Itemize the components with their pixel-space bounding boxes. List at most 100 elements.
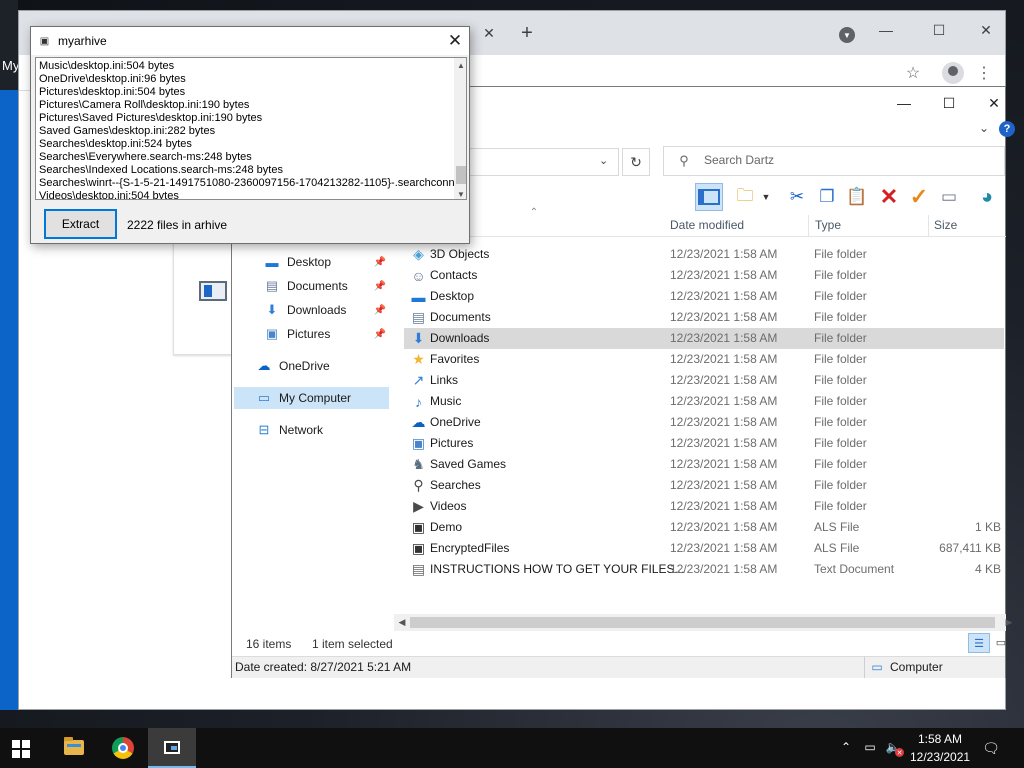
taskbar-chrome[interactable] <box>99 728 147 768</box>
minimize-icon[interactable]: — <box>871 19 901 41</box>
close-icon[interactable]: ✕ <box>971 19 1001 41</box>
notifications-icon[interactable]: 🗨 <box>982 739 1000 757</box>
table-row[interactable]: ⬇ Downloads 12/23/2021 1:58 AM File folder <box>404 328 1004 349</box>
table-row[interactable]: ▬ Desktop 12/23/2021 1:58 AM File folder <box>404 286 1004 307</box>
address-dropdown-icon[interactable]: ⌄ <box>599 154 608 167</box>
delete-icon[interactable]: ✕ <box>875 183 903 211</box>
sidebar-item-pictures[interactable]: ▣ Pictures <box>263 323 331 345</box>
sidebar-item-documents[interactable]: ▤ Documents <box>263 275 348 297</box>
column-header-size[interactable]: Size <box>934 218 957 238</box>
sidebar-item-my-computer[interactable]: ▭ My Computer <box>234 387 389 409</box>
search-placeholder: Search Dartz <box>704 153 775 167</box>
column-header-date[interactable]: Date modified <box>670 218 744 238</box>
kebab-menu-icon[interactable]: ⋮ <box>976 63 992 83</box>
list-item[interactable]: Saved Games\desktop.ini:282 bytes <box>39 125 215 138</box>
list-item[interactable]: Pictures\Saved Pictures\desktop.ini:190 … <box>39 112 262 125</box>
file-name: Videos <box>430 499 467 513</box>
pin-icon[interactable]: 📌 <box>374 303 386 317</box>
rename-check-icon[interactable]: ✓ <box>905 183 933 211</box>
table-row[interactable]: ▣ EncryptedFiles 12/23/2021 1:58 AM ALS Fil… <box>404 538 1004 559</box>
tab-search-icon[interactable]: ▼ <box>839 27 855 43</box>
pin-icon[interactable]: 📌 <box>374 255 386 269</box>
scrollbar-thumb[interactable] <box>410 617 995 628</box>
column-header-type[interactable]: Type <box>815 218 841 238</box>
table-row[interactable]: ◈ 3D Objects 12/23/2021 1:58 AM File folder <box>404 244 1004 265</box>
table-row[interactable]: ★ Favorites 12/23/2021 1:58 AM File folder <box>404 349 1004 370</box>
address-bar[interactable] <box>461 148 619 176</box>
copy-icon[interactable]: ❐ <box>813 183 841 211</box>
file-date-modified: 12/23/2021 1:58 AM <box>670 562 778 576</box>
scroll-right-icon[interactable]: ▶ <box>1002 615 1016 629</box>
table-row[interactable]: ♞ Saved Games 12/23/2021 1:58 AM File folde… <box>404 454 1004 475</box>
large-icons-view-icon[interactable]: ▭ <box>994 635 1008 649</box>
folder-properties-icon[interactable]: 🗀 <box>731 183 759 211</box>
show-hidden-icons-icon[interactable]: ⌃ <box>838 738 854 756</box>
minimize-icon[interactable]: — <box>884 92 924 114</box>
list-item[interactable]: Searches\Indexed Locations.search-ms:248… <box>39 164 283 177</box>
taskbar-archiver[interactable] <box>148 728 196 768</box>
details-view-icon[interactable]: ☰ <box>968 633 990 653</box>
network-icon: ⊟ <box>258 422 270 437</box>
table-row[interactable]: ▤ INSTRUCTIONS HOW TO GET YOUR FILES... 12… <box>404 559 1004 580</box>
close-tab-icon[interactable]: ✕ <box>480 24 498 42</box>
globe-icon[interactable]: ◕ <box>973 183 1001 211</box>
pin-icon[interactable]: 📌 <box>374 327 386 341</box>
close-icon[interactable]: ✕ <box>974 92 1014 114</box>
list-item[interactable]: OneDrive\desktop.ini:96 bytes <box>39 73 186 86</box>
close-icon[interactable]: ✕ <box>445 31 465 51</box>
column-divider[interactable] <box>808 215 809 237</box>
maximize-icon[interactable]: ☐ <box>929 92 969 114</box>
clock-time[interactable]: 1:58 AM <box>910 732 970 746</box>
list-item[interactable]: Searches\desktop.ini:524 bytes <box>39 138 192 151</box>
refresh-icon[interactable]: ↻ <box>622 148 650 176</box>
scroll-up-icon[interactable]: ▲ <box>454 58 466 72</box>
vertical-scrollbar[interactable]: ▲ ▼ <box>454 58 466 199</box>
list-item[interactable]: Pictures\desktop.ini:504 bytes <box>39 86 185 99</box>
sidebar-item-downloads[interactable]: ⬇ Downloads <box>263 299 347 321</box>
music-icon: ♪ <box>415 393 422 410</box>
column-divider[interactable] <box>928 215 929 237</box>
table-row[interactable]: ♪ Music 12/23/2021 1:58 AM File folder <box>404 391 1004 412</box>
windows-start-icon[interactable] <box>12 740 30 758</box>
new-tab-icon[interactable]: + <box>517 22 537 44</box>
file-date-modified: 12/23/2021 1:58 AM <box>670 394 778 408</box>
paste-icon[interactable]: 📋 <box>843 183 871 211</box>
extract-button[interactable]: Extract <box>44 209 117 239</box>
file-date-modified: 12/23/2021 1:58 AM <box>670 436 778 450</box>
list-item[interactable]: Videos\desktop.ini:504 bytes <box>39 190 179 199</box>
table-row[interactable]: ↗ Links 12/23/2021 1:58 AM File folder <box>404 370 1004 391</box>
bookmark-star-icon[interactable]: ☆ <box>903 63 923 83</box>
table-row[interactable]: ▤ Documents 12/23/2021 1:58 AM File folder <box>404 307 1004 328</box>
sidebar-item-desktop[interactable]: ▬ Desktop <box>263 251 332 273</box>
profile-avatar-icon[interactable] <box>942 62 964 84</box>
properties-icon[interactable]: ▭ <box>935 183 963 211</box>
network-icon[interactable]: ▭ <box>862 738 878 756</box>
table-row[interactable]: ▣ Pictures 12/23/2021 1:58 AM File folder <box>404 433 1004 454</box>
table-row[interactable]: ⚲ Searches 12/23/2021 1:58 AM File folder <box>404 475 1004 496</box>
taskbar-file-explorer[interactable] <box>50 728 98 768</box>
help-icon[interactable]: ? <box>999 121 1015 137</box>
preview-pane-icon[interactable] <box>695 183 723 211</box>
sidebar-item-onedrive[interactable]: ☁ OneDrive <box>255 355 330 377</box>
scroll-down-icon[interactable]: ▼ <box>454 187 466 199</box>
table-row[interactable]: ☁ OneDrive 12/23/2021 1:58 AM File folder <box>404 412 1004 433</box>
sidebar-item-network[interactable]: ⊟ Network <box>255 419 323 441</box>
cut-icon[interactable]: ✂ <box>783 183 811 211</box>
list-item[interactable]: Searches\winrt--{S-1-5-21-1491751080-236… <box>39 177 461 190</box>
list-item[interactable]: Music\desktop.ini:504 bytes <box>39 60 174 73</box>
clock-date[interactable]: 12/23/2021 <box>910 750 970 764</box>
table-row[interactable]: ▣ Demo 12/23/2021 1:58 AM ALS File 1 KB <box>404 517 1004 538</box>
scrollbar-thumb[interactable] <box>456 166 466 184</box>
pin-icon[interactable]: 📌 <box>374 279 386 293</box>
archive-file-listbox[interactable]: Videos\desktop.ini:504 bytes Searches\win… <box>35 57 467 200</box>
list-item[interactable]: Searches\Everywhere.search-ms:248 bytes <box>39 151 252 164</box>
background-window-edge <box>0 90 18 710</box>
table-row[interactable]: ▶ Videos 12/23/2021 1:58 AM File folder <box>404 496 1004 517</box>
list-item[interactable]: Pictures\Camera Roll\desktop.ini:190 byt… <box>39 99 249 112</box>
chevron-down-icon[interactable]: ▼ <box>760 183 772 211</box>
scroll-left-icon[interactable]: ◀ <box>395 615 409 629</box>
maximize-icon[interactable]: ☐ <box>924 19 954 41</box>
item-count: 16 items <box>246 637 292 651</box>
table-row[interactable]: ☺ Contacts 12/23/2021 1:58 AM File folder <box>404 265 1004 286</box>
chevron-down-icon[interactable]: ⌄ <box>978 120 990 136</box>
